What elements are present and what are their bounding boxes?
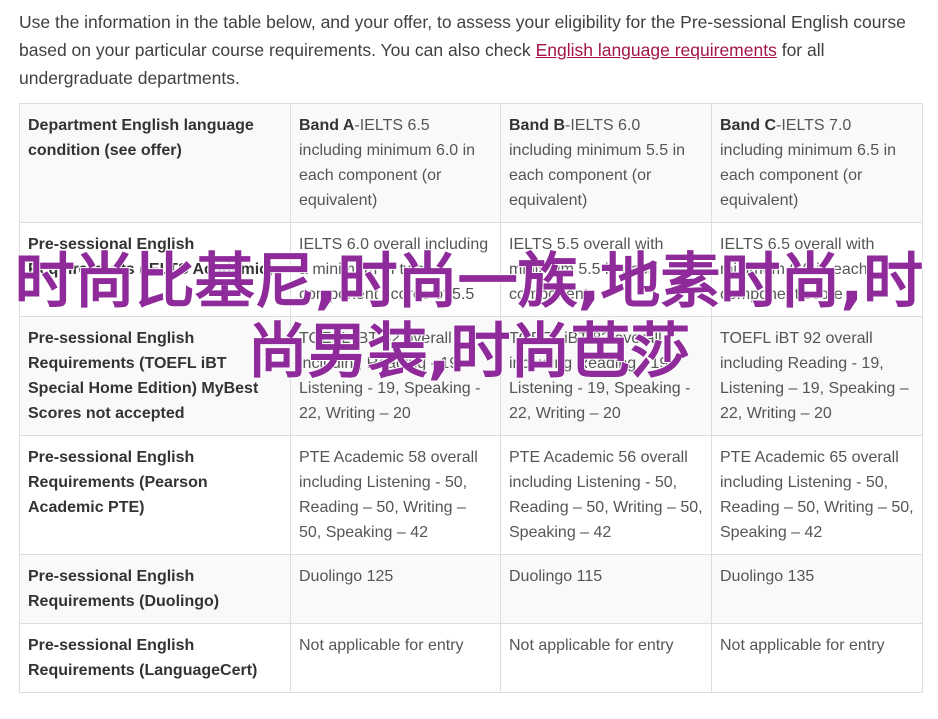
row-header: Department English language condition (s… xyxy=(19,103,291,223)
table-row: Pre-sessional English Requirements (Lang… xyxy=(19,623,923,693)
table-cell: Duolingo 135 xyxy=(711,554,923,624)
english-language-requirements-link[interactable]: English language requirements xyxy=(536,40,777,60)
table-row: Pre-sessional English Requirements (Pear… xyxy=(19,435,923,555)
row-header: Pre-sessional English Requirements (Lang… xyxy=(19,623,291,693)
table-cell: TOEFL iBT 82 overall including Reading -… xyxy=(290,316,501,436)
requirements-table: Department English language condition (s… xyxy=(19,103,923,693)
table-cell: IELTS 5.5 overall with minimum 5.5 in ea… xyxy=(500,222,712,317)
table-cell: Duolingo 115 xyxy=(500,554,712,624)
intro-paragraph: Use the information in the table below, … xyxy=(19,8,924,92)
table-cell: Not applicable for entry xyxy=(711,623,923,693)
table-cell: TOEFL iBT 92 overall including Reading -… xyxy=(711,316,923,436)
table-cell: PTE Academic 65 overall including Listen… xyxy=(711,435,923,555)
table-cell: IELTS 6.5 overall with minimum 6.0 in ea… xyxy=(711,222,923,317)
band-label: Band C xyxy=(720,117,776,134)
table-cell: Not applicable for entry xyxy=(500,623,712,693)
band-label: Band A xyxy=(299,117,355,134)
table-cell: TOEFL iBT 82 overall including Reading -… xyxy=(500,316,712,436)
row-header: Pre-sessional English Requirements (Pear… xyxy=(19,435,291,555)
table-cell: PTE Academic 58 overall including Listen… xyxy=(290,435,501,555)
table-cell: PTE Academic 56 overall including Listen… xyxy=(500,435,712,555)
band-label: Band B xyxy=(509,117,565,134)
row-header: Pre-sessional English Requirements (TOEF… xyxy=(19,316,291,436)
table-cell: Band A-IELTS 6.5 including minimum 6.0 i… xyxy=(290,103,501,223)
table-cell: Not applicable for entry xyxy=(290,623,501,693)
table-cell: IELTS 6.0 overall including a minimum of… xyxy=(290,222,501,317)
table-row: Department English language condition (s… xyxy=(19,103,923,223)
row-header: Pre-sessional English Requirements (IELT… xyxy=(19,222,291,317)
table-row: Pre-sessional English Requirements (TOEF… xyxy=(19,316,923,436)
table-cell: Duolingo 125 xyxy=(290,554,501,624)
table-cell: Band B-IELTS 6.0 including minimum 5.5 i… xyxy=(500,103,712,223)
table-cell: Band C-IELTS 7.0 including minimum 6.5 i… xyxy=(711,103,923,223)
table-row: Pre-sessional English Requirements (IELT… xyxy=(19,222,923,317)
table-row: Pre-sessional English Requirements (Duol… xyxy=(19,554,923,624)
row-header: Pre-sessional English Requirements (Duol… xyxy=(19,554,291,624)
